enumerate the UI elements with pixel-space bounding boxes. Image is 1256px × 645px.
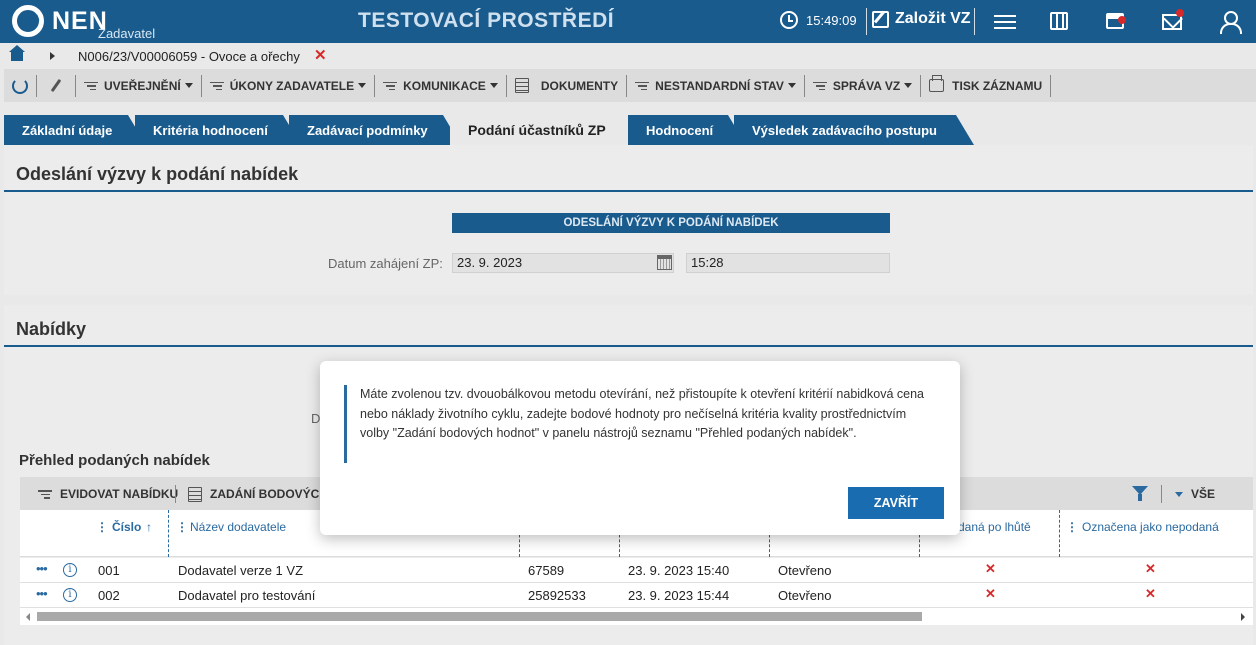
close-dialog-button[interactable]: ZAVŘÍT	[848, 487, 944, 519]
dialog-accent-bar	[344, 385, 347, 463]
dialog-message: Máte zvolenou tzv. dvouobálkovou metodu …	[360, 387, 924, 440]
modal-overlay	[0, 0, 1256, 645]
info-dialog: Máte zvolenou tzv. dvouobálkovou metodu …	[320, 361, 960, 535]
